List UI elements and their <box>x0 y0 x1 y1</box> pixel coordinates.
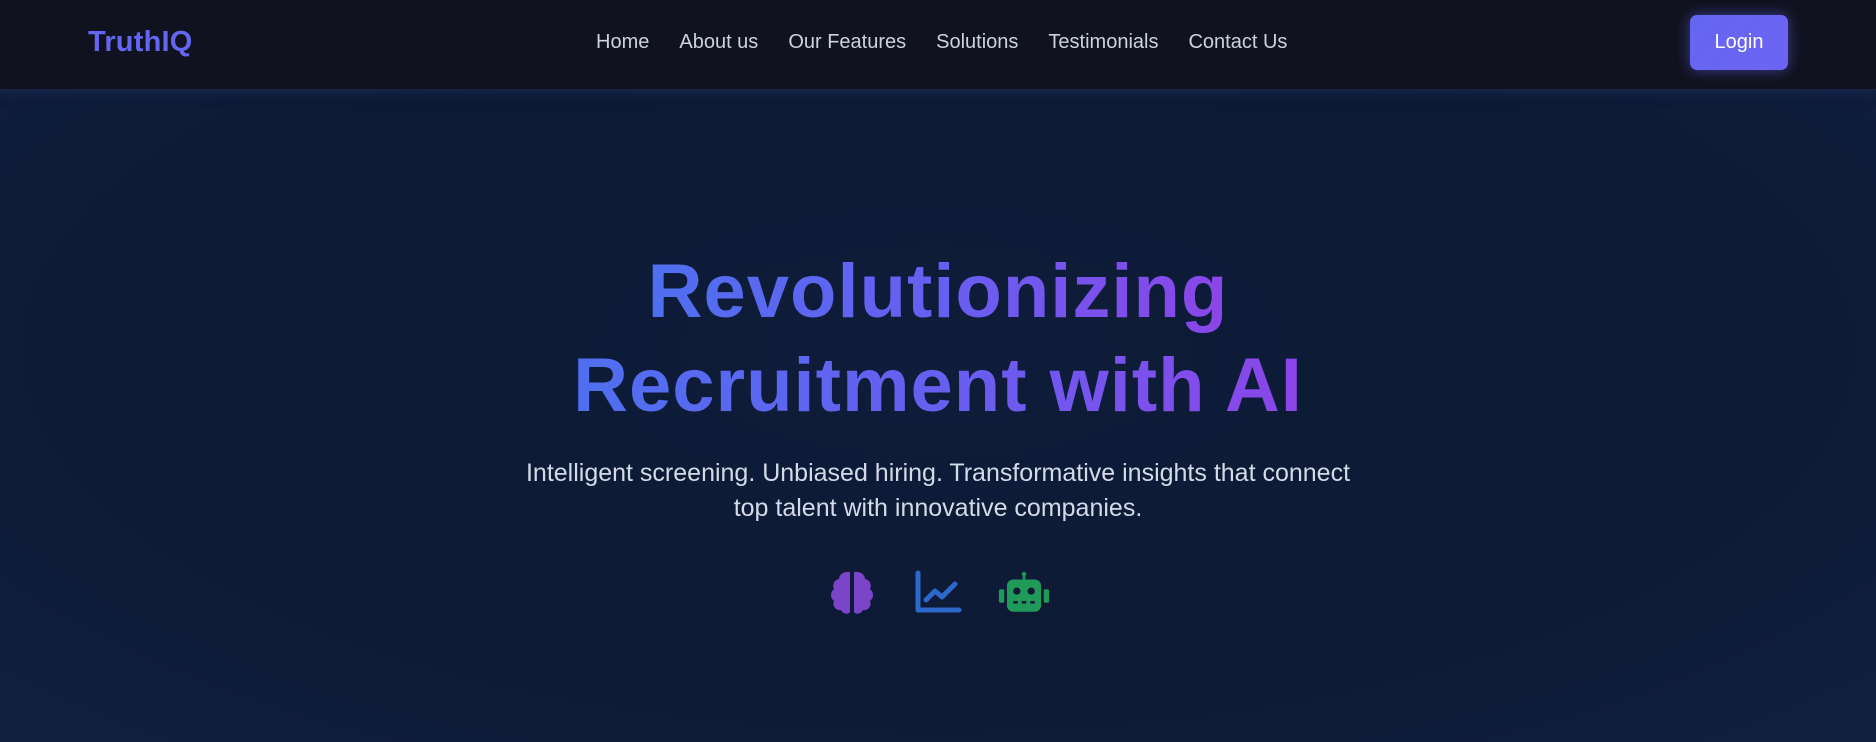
nav-link-solutions[interactable]: Solutions <box>936 31 1018 54</box>
nav-link-our-features[interactable]: Our Features <box>788 31 906 54</box>
hero-subtitle-line-2: top talent with innovative companies. <box>733 494 1143 522</box>
nav-link-testimonials[interactable]: Testimonials <box>1048 31 1158 54</box>
feature-icons <box>0 566 1876 618</box>
brain-icon <box>826 566 878 618</box>
hero-subtitle-line-1: Intelligent screening. Unbiased hiring. … <box>525 459 1351 487</box>
hero-title-line-2: Recruitment with AI <box>573 339 1303 433</box>
hero-subtitle: Intelligent screening. Unbiased hiring. … <box>518 456 1358 526</box>
nav-link-contact-us[interactable]: Contact Us <box>1188 31 1287 54</box>
login-button[interactable]: Login <box>1690 15 1788 70</box>
hero-section: Revolutionizing Recruitment with AI Inte… <box>0 89 1876 742</box>
logo[interactable]: TruthIQ <box>88 0 193 85</box>
nav-link-about-us[interactable]: About us <box>679 31 758 54</box>
chart-line-icon <box>912 566 964 618</box>
nav-links: Home About us Our Features Solutions Tes… <box>596 0 1317 85</box>
navbar: TruthIQ Home About us Our Features Solut… <box>0 0 1876 90</box>
nav-link-home[interactable]: Home <box>596 31 649 54</box>
hero-title-line-1: Revolutionizing <box>648 245 1229 339</box>
hero-title: Revolutionizing Recruitment with AI <box>0 245 1876 433</box>
robot-icon <box>998 566 1050 618</box>
